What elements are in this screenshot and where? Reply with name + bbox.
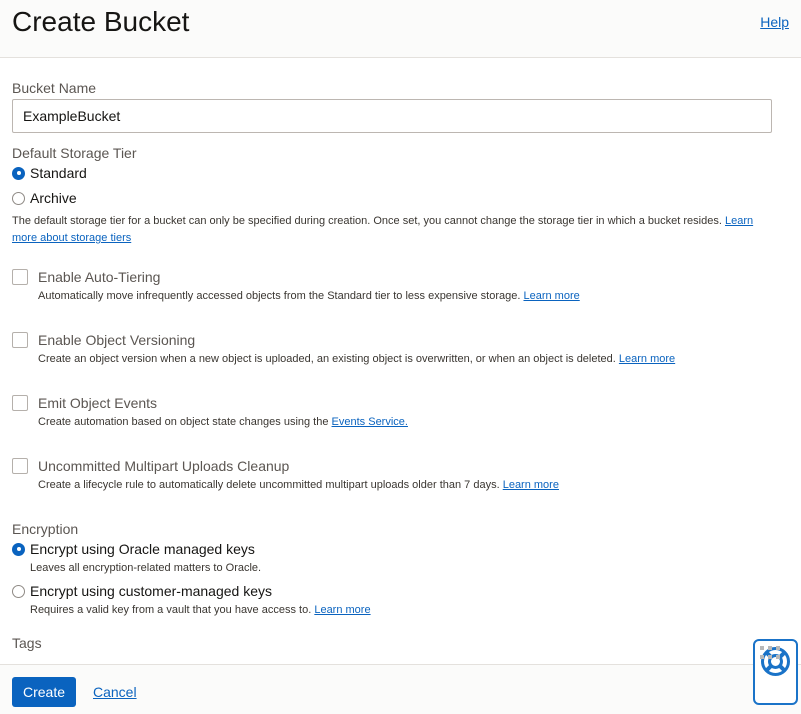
form-footer: Create Cancel bbox=[0, 664, 801, 714]
multipart-cleanup-learn-more-link[interactable]: Learn more bbox=[503, 479, 559, 491]
help-link[interactable]: Help bbox=[760, 14, 789, 30]
bucket-name-input[interactable]: ExampleBucket bbox=[12, 99, 772, 133]
encryption-customer-description-text: Requires a valid key from a vault that y… bbox=[30, 604, 312, 616]
storage-tier-archive-label: Archive bbox=[30, 190, 77, 206]
object-events-description: Create automation based on object state … bbox=[38, 414, 408, 431]
object-events-description-text: Create automation based on object state … bbox=[38, 416, 329, 428]
storage-tier-learn-more-link[interactable]: Learn bbox=[725, 215, 753, 227]
encryption-label: Encryption bbox=[12, 521, 79, 537]
encryption-customer-label: Encrypt using customer-managed keys bbox=[30, 583, 272, 599]
multipart-cleanup-checkbox[interactable] bbox=[12, 458, 28, 474]
encryption-oracle-description: Leaves all encryption-related matters to… bbox=[30, 562, 262, 574]
multipart-cleanup-description: Create a lifecycle rule to automatically… bbox=[38, 477, 559, 494]
events-service-link[interactable]: Events Service. bbox=[332, 416, 408, 428]
radio-checked-icon[interactable] bbox=[12, 542, 25, 556]
storage-tier-standard-radio[interactable]: Standard bbox=[12, 164, 87, 182]
auto-tiering-label[interactable]: Enable Auto-Tiering bbox=[38, 269, 160, 285]
storage-tier-help: The default storage tier for a bucket ca… bbox=[12, 213, 772, 247]
object-versioning-description: Create an object version when a new obje… bbox=[38, 351, 675, 368]
auto-tiering-checkbox[interactable] bbox=[12, 269, 28, 285]
radio-checked-icon[interactable] bbox=[12, 166, 25, 180]
auto-tiering-description: Automatically move infrequently accessed… bbox=[38, 288, 580, 305]
storage-tier-help-text: The default storage tier for a bucket ca… bbox=[12, 215, 722, 227]
encryption-customer-description: Requires a valid key from a vault that y… bbox=[30, 602, 371, 619]
storage-tier-standard-label: Standard bbox=[30, 165, 87, 181]
encryption-customer-radio[interactable]: Encrypt using customer-managed keys bbox=[12, 582, 272, 600]
encryption-oracle-radio[interactable]: Encrypt using Oracle managed keys bbox=[12, 540, 255, 558]
object-versioning-checkbox[interactable] bbox=[12, 332, 28, 348]
object-events-label[interactable]: Emit Object Events bbox=[38, 395, 157, 411]
tags-label: Tags bbox=[12, 635, 42, 651]
page-header: Create Bucket Help bbox=[0, 0, 801, 58]
auto-tiering-description-text: Automatically move infrequently accessed… bbox=[38, 290, 521, 302]
create-button[interactable]: Create bbox=[12, 677, 76, 707]
page-title: Create Bucket bbox=[12, 6, 190, 37]
cancel-button[interactable]: Cancel bbox=[93, 684, 137, 700]
grid-dots-icon[interactable] bbox=[760, 646, 780, 660]
object-events-checkbox[interactable] bbox=[12, 395, 28, 411]
object-versioning-description-text: Create an object version when a new obje… bbox=[38, 353, 616, 365]
radio-unchecked-icon[interactable] bbox=[12, 584, 25, 598]
storage-tier-learn-more-link-cont[interactable]: more about storage tiers bbox=[12, 232, 131, 244]
encryption-learn-more-link[interactable]: Learn more bbox=[314, 604, 370, 616]
storage-tier-label: Default Storage Tier bbox=[12, 145, 137, 161]
help-widget[interactable] bbox=[753, 639, 798, 705]
encryption-oracle-label: Encrypt using Oracle managed keys bbox=[30, 541, 255, 557]
radio-unchecked-icon[interactable] bbox=[12, 191, 25, 205]
multipart-cleanup-description-text: Create a lifecycle rule to automatically… bbox=[38, 479, 500, 491]
auto-tiering-learn-more-link[interactable]: Learn more bbox=[523, 290, 579, 302]
storage-tier-archive-radio[interactable]: Archive bbox=[12, 189, 77, 207]
object-versioning-label[interactable]: Enable Object Versioning bbox=[38, 332, 195, 348]
multipart-cleanup-label[interactable]: Uncommitted Multipart Uploads Cleanup bbox=[38, 458, 289, 474]
object-versioning-learn-more-link[interactable]: Learn more bbox=[619, 353, 675, 365]
bucket-name-label: Bucket Name bbox=[12, 80, 97, 96]
